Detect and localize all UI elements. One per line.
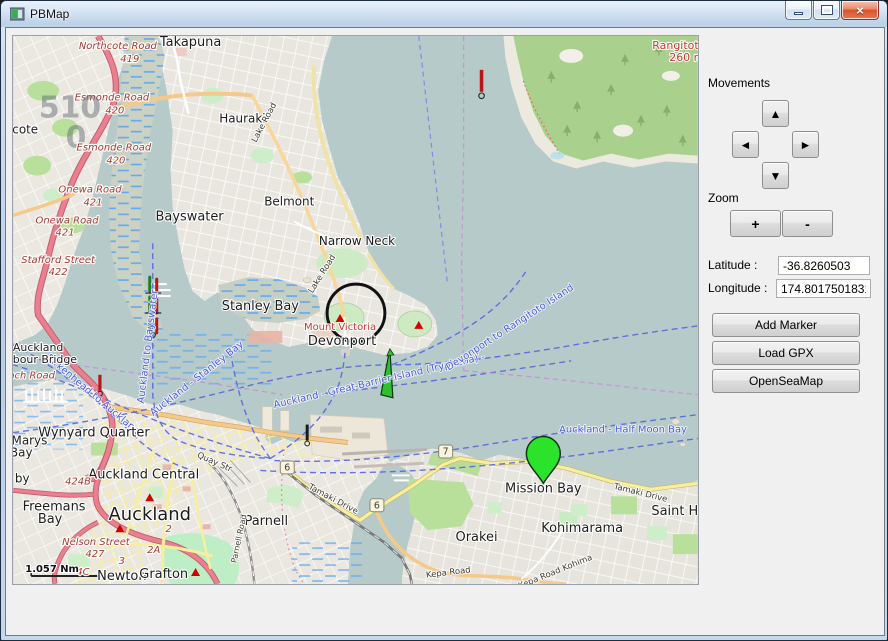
arrow-right-icon: ► <box>800 138 812 152</box>
map-label: 424B <box>65 476 91 487</box>
map-label: 1.057 Nm <box>25 564 79 575</box>
plus-icon: + <box>751 216 759 232</box>
svg-text:7: 7 <box>443 446 449 457</box>
map-label: Northcote Road <box>79 41 158 52</box>
map-label: Onewa Road <box>58 184 122 195</box>
longitude-label: Longitude : <box>708 281 767 295</box>
map-label: 420 <box>106 156 125 167</box>
map-label: Auckland <box>108 504 191 525</box>
arrow-down-icon: ▼ <box>770 169 782 183</box>
map-label: Nelson Street <box>62 537 131 548</box>
zoom-label: Zoom <box>708 191 739 205</box>
map-label: Onewa Road <box>36 215 100 226</box>
map-label: Harbour Bridge <box>12 353 77 366</box>
map-label: Saint He <box>651 504 699 519</box>
close-icon: × <box>856 3 864 18</box>
map-label: Bayswater <box>156 209 225 224</box>
move-down-button[interactable]: ▼ <box>762 162 789 189</box>
map-label: Stanley Bay <box>222 299 300 314</box>
map-label: Mount Victoria <box>304 322 376 333</box>
window-title: PBMap <box>30 7 69 21</box>
openseamap-button[interactable]: OpenSeaMap <box>712 369 860 393</box>
maximize-icon <box>822 6 832 14</box>
map-label: Devonport <box>308 334 376 349</box>
map-label: 260 m <box>669 51 699 64</box>
latitude-input[interactable] <box>778 256 870 275</box>
maximize-button[interactable] <box>813 1 840 20</box>
titlebar[interactable]: PBMap × <box>1 1 887 27</box>
minus-icon: - <box>805 216 810 232</box>
map-label: Auckland - Half Moon Bay <box>559 425 687 436</box>
map-label: 421 <box>83 197 102 208</box>
arrow-left-icon: ◄ <box>740 138 752 152</box>
map-label: Belmont <box>264 194 314 208</box>
add-marker-button[interactable]: Add Marker <box>712 313 860 337</box>
map-label: 422 <box>49 267 68 278</box>
map-label: Grafton <box>139 567 188 582</box>
map-label: Parnell <box>245 514 289 529</box>
map-label: Stafford Street <box>21 255 96 266</box>
longitude-input[interactable] <box>776 279 871 298</box>
map-label: Wynyard Quarter <box>38 426 150 441</box>
minimize-icon <box>794 12 803 15</box>
map-label: Esmonde Road <box>77 143 152 154</box>
map-label: Bay <box>12 445 33 459</box>
map-label: Kohimarama <box>541 521 623 536</box>
route-shield: 6 <box>370 499 384 512</box>
arrow-up-icon: ▲ <box>770 107 782 121</box>
map-label: Takapuna <box>159 35 221 50</box>
move-right-button[interactable]: ► <box>792 131 819 158</box>
map-canvas[interactable]: 7 6 6 Northcote Road 419 Takapuna Esmonde Roa… <box>12 35 699 585</box>
svg-text:6: 6 <box>284 462 290 473</box>
map-label: 419 <box>120 54 139 65</box>
move-left-button[interactable]: ◄ <box>732 131 759 158</box>
map-label: 2 <box>166 524 172 535</box>
map-label: Narrow Neck <box>319 234 395 248</box>
move-up-button[interactable]: ▲ <box>762 100 789 127</box>
map-label: by <box>15 471 30 485</box>
zoom-out-button[interactable]: - <box>782 210 833 237</box>
map-label: Bay <box>38 512 63 527</box>
latitude-label: Latitude : <box>708 258 757 272</box>
route-shield: 6 <box>280 461 294 474</box>
map-label: 421 <box>56 227 75 238</box>
zoom-in-button[interactable]: + <box>730 210 781 237</box>
load-gpx-button[interactable]: Load GPX <box>712 341 860 365</box>
minimize-button[interactable] <box>785 1 812 20</box>
map-label: Auckland Central <box>88 467 199 482</box>
screen: PBMap × <box>0 0 888 641</box>
app-window: PBMap × <box>0 0 888 641</box>
map-label: 420 <box>105 106 124 117</box>
map-label: cote <box>12 123 38 137</box>
map-label: 3 <box>119 556 125 567</box>
movements-label: Movements <box>708 76 770 90</box>
map-label: 2A <box>147 545 160 556</box>
map-label: 427 <box>85 549 105 560</box>
route-shield: 7 <box>439 445 453 458</box>
close-button[interactable]: × <box>841 1 879 20</box>
svg-text:6: 6 <box>374 500 380 511</box>
app-icon <box>10 7 25 21</box>
map-label: Orakei <box>456 530 498 545</box>
map-label: Mission Bay <box>505 481 582 496</box>
client-area: 7 6 6 Northcote Road 419 Takapuna Esmonde Roa… <box>5 27 885 636</box>
map-label: Beach Road <box>12 371 56 382</box>
